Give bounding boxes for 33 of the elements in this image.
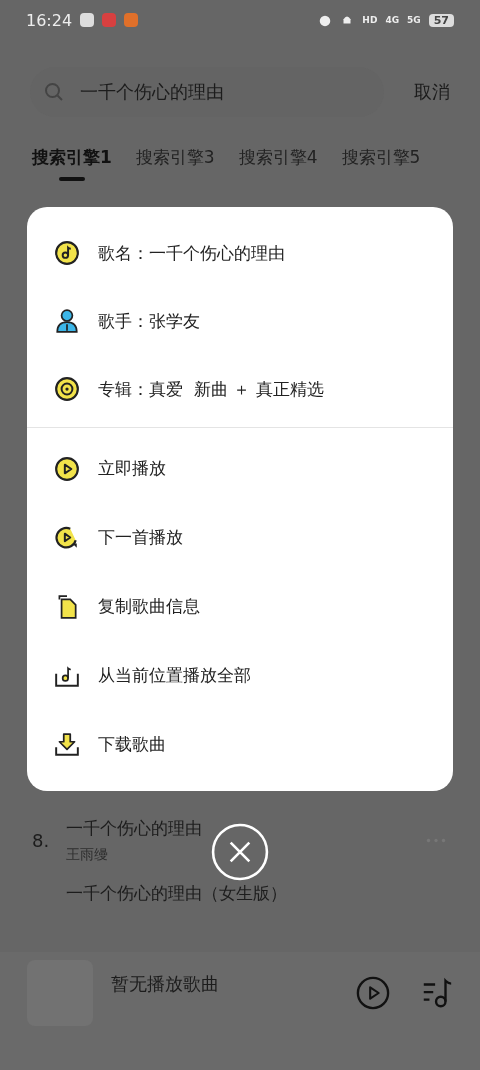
close-icon	[211, 823, 269, 881]
play-button[interactable]	[356, 976, 390, 1010]
menu-item[interactable]: 下载歌曲	[27, 710, 453, 779]
engine-tab[interactable]: 搜索引擎4	[236, 138, 320, 183]
menu-item[interactable]: 立即播放	[27, 434, 453, 503]
search-icon	[44, 82, 64, 102]
song-info-text: 专辑：真爱 新曲 ＋ 真正精选	[98, 377, 324, 401]
cancel-button[interactable]: 取消	[408, 80, 456, 104]
network-label: HD	[362, 15, 378, 25]
network-label: 5G	[407, 15, 421, 25]
play-icon	[54, 455, 80, 482]
music-disc-icon	[54, 240, 80, 266]
now-playing-text: 暂无播放歌曲	[111, 972, 220, 996]
engine-tab[interactable]: 搜索引擎3	[133, 138, 217, 183]
play-next-icon	[54, 524, 80, 551]
song-info-text: 歌手：张学友	[98, 309, 200, 333]
close-button[interactable]	[211, 823, 269, 881]
result-index: 8.	[32, 830, 51, 851]
engine-tab[interactable]: 搜索引擎5	[339, 138, 423, 183]
menu-item[interactable]: 下一首播放	[27, 503, 453, 572]
song-title: 一千个伤心的理由	[66, 817, 203, 840]
song-title: 一千个伤心的理由（女生版）	[66, 882, 288, 905]
alarm-icon	[318, 13, 333, 27]
menu-item[interactable]: 复制歌曲信息	[27, 572, 453, 641]
network-label: 4G	[385, 15, 400, 25]
menu-item[interactable]: 从当前位置播放全部	[27, 641, 453, 710]
engine-tab[interactable]: 搜索引擎1	[30, 138, 114, 183]
person-icon	[54, 308, 80, 334]
song-info-text: 歌名：一千个伤心的理由	[98, 241, 285, 265]
download-icon	[54, 731, 80, 758]
clock-time: 16:24	[26, 10, 73, 30]
battery-level: 57	[428, 13, 454, 27]
disc-icon	[54, 376, 80, 402]
